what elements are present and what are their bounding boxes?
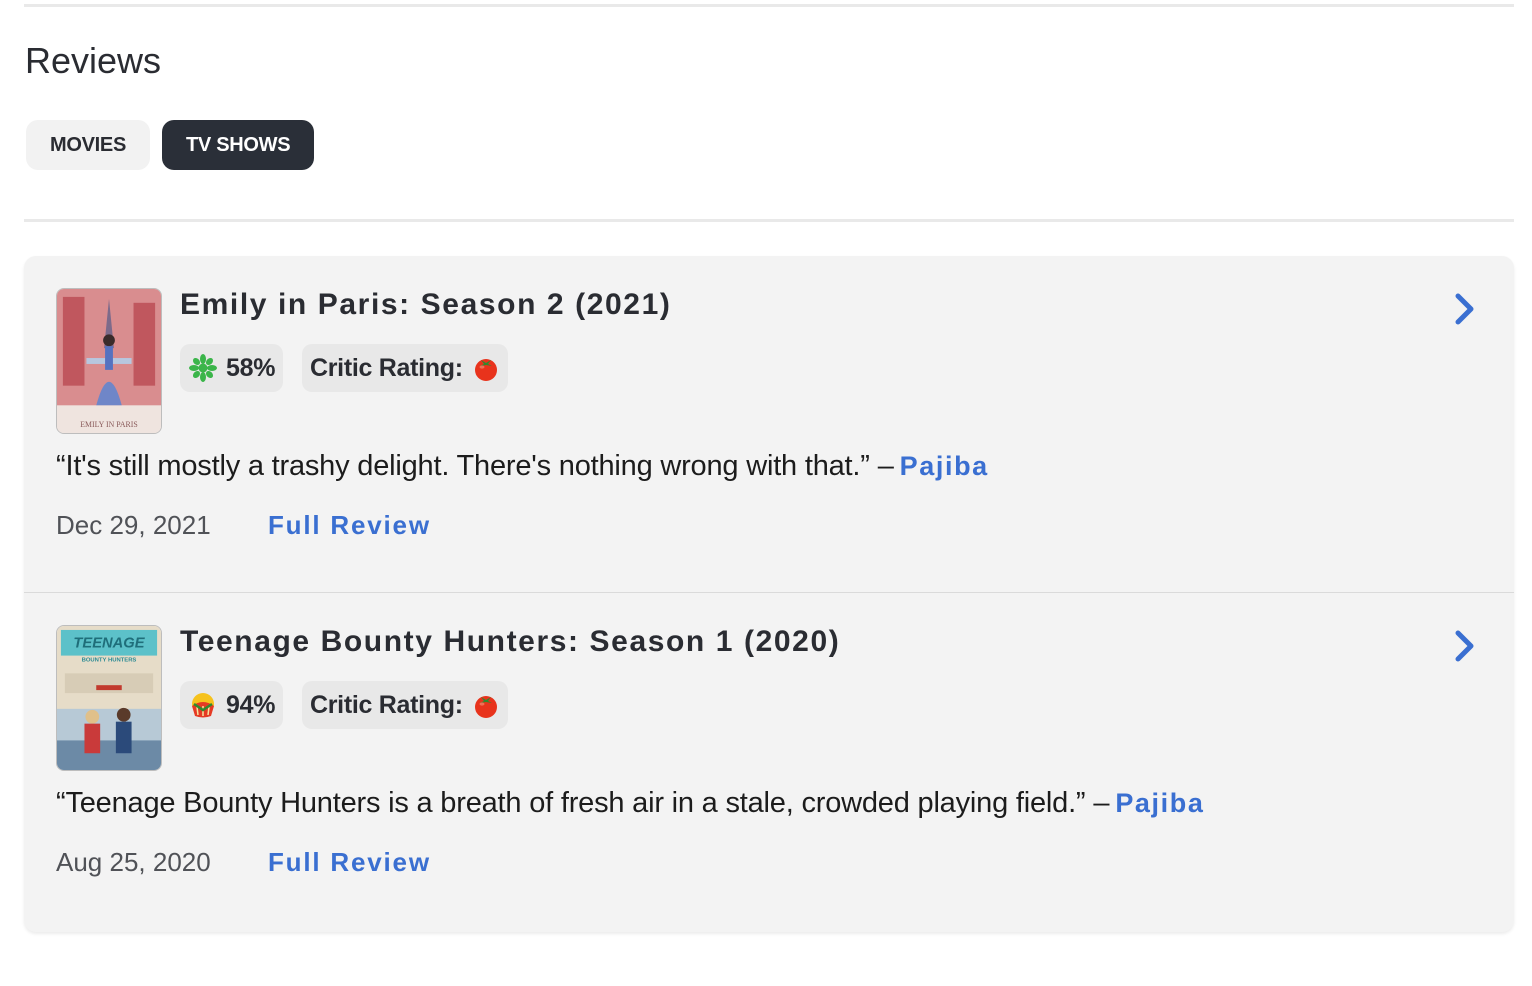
critic-rating-badge: Critic Rating: <box>302 344 508 392</box>
review-meta: Dec 29, 2021 Full Review <box>56 510 431 541</box>
audience-score-badge: 94% <box>180 681 284 729</box>
green-splat-icon <box>188 353 218 383</box>
audience-score-badge: 58% <box>180 344 284 392</box>
audience-score-value: 58% <box>226 353 276 382</box>
quote-dash: – <box>877 450 894 482</box>
review-item: TEENAGE BOUNTY HUNTERS Teenage Bounty Hu… <box>24 593 1514 932</box>
tomato-icon <box>472 691 500 719</box>
page-title: Reviews <box>25 40 162 81</box>
poster-teenage-bounty-hunters[interactable]: TEENAGE BOUNTY HUNTERS <box>56 625 162 771</box>
quote-text: “Teenage Bounty Hunters is a breath of f… <box>56 787 1086 819</box>
review-quote: “Teenage Bounty Hunters is a breath of f… <box>56 787 1204 820</box>
critic-rating-label: Critic Rating: <box>310 690 463 719</box>
svg-text:BOUNTY HUNTERS: BOUNTY HUNTERS <box>82 657 137 663</box>
section-divider <box>24 219 1514 222</box>
svg-text:EMILY IN PARIS: EMILY IN PARIS <box>80 420 137 429</box>
review-quote: “It's still mostly a trashy delight. The… <box>56 450 989 483</box>
full-review-link[interactable]: Full Review <box>268 510 431 541</box>
show-title[interactable]: Teenage Bounty Hunters: Season 1 (2020) <box>180 625 840 659</box>
tomato-icon <box>472 354 500 382</box>
poster-image: EMILY IN PARIS <box>57 289 161 433</box>
review-date: Aug 25, 2020 <box>56 847 211 877</box>
chevron-right-icon[interactable] <box>1452 292 1478 326</box>
tab-movies[interactable]: MOVIES <box>26 120 150 170</box>
top-divider <box>24 4 1514 7</box>
show-title[interactable]: Emily in Paris: Season 2 (2021) <box>180 288 671 322</box>
chevron-right-icon[interactable] <box>1452 629 1478 663</box>
poster-emily-in-paris[interactable]: EMILY IN PARIS <box>56 288 162 434</box>
poster-image: TEENAGE BOUNTY HUNTERS <box>57 626 161 770</box>
publication-link[interactable]: Pajiba <box>900 451 989 481</box>
publication-link[interactable]: Pajiba <box>1115 788 1204 818</box>
critic-rating-label: Critic Rating: <box>310 353 463 382</box>
critic-rating-badge: Critic Rating: <box>302 681 508 729</box>
popcorn-icon <box>188 690 218 720</box>
media-tabs: MOVIES TV SHOWS <box>26 120 315 170</box>
review-date: Dec 29, 2021 <box>56 510 211 540</box>
review-item: EMILY IN PARIS Emily in Paris: Season 2 … <box>24 256 1514 593</box>
tab-tv-shows[interactable]: TV SHOWS <box>162 120 315 170</box>
svg-text:TEENAGE: TEENAGE <box>73 636 145 652</box>
quote-dash: – <box>1093 787 1110 819</box>
audience-score-value: 94% <box>226 690 276 719</box>
review-meta: Aug 25, 2020 Full Review <box>56 847 431 878</box>
reviews-list: EMILY IN PARIS Emily in Paris: Season 2 … <box>24 256 1514 932</box>
full-review-link[interactable]: Full Review <box>268 847 431 878</box>
quote-text: “It's still mostly a trashy delight. The… <box>56 450 870 482</box>
